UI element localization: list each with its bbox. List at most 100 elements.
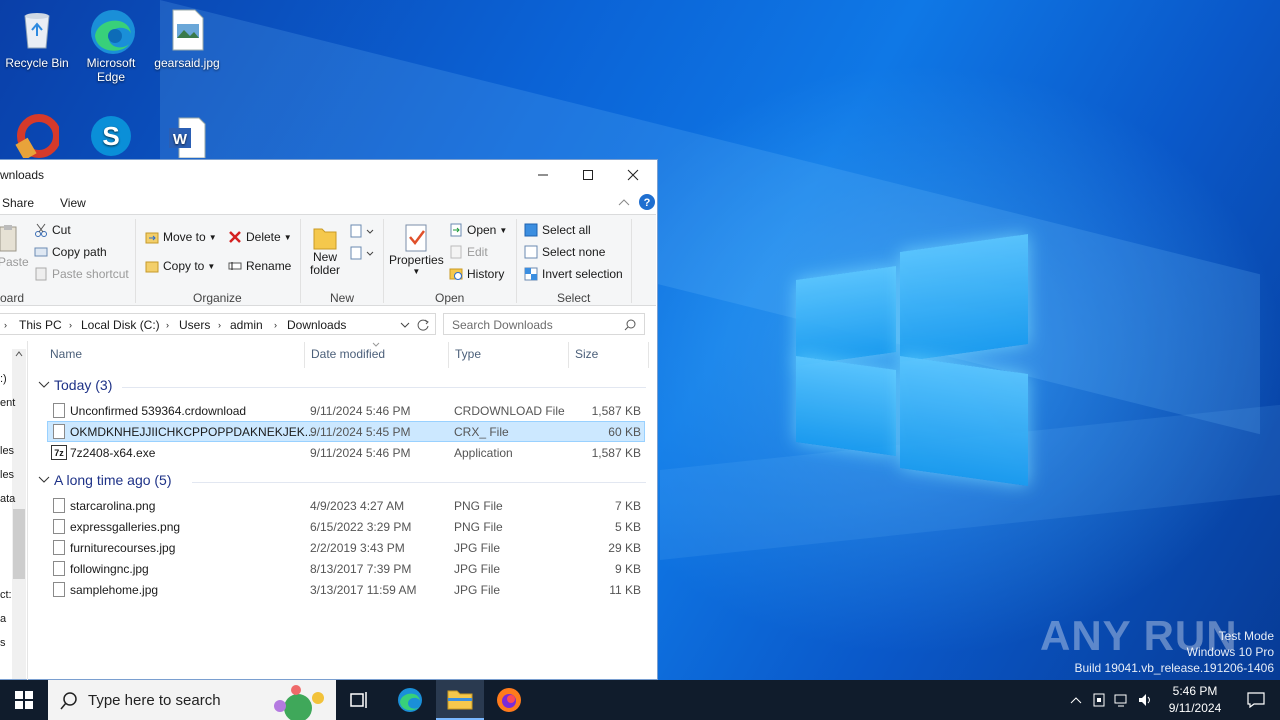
open-button[interactable]: Open ▼ xyxy=(449,223,507,237)
scrollbar-thumb[interactable] xyxy=(13,509,25,579)
copy-to-button[interactable]: Copy to ▼ xyxy=(145,259,215,273)
invert-selection-label: Invert selection xyxy=(542,267,623,281)
nav-item-fragment[interactable]: ct: xyxy=(0,589,12,601)
task-view-button[interactable] xyxy=(336,680,384,720)
column-header-date[interactable]: Date modified xyxy=(311,347,385,361)
scroll-up-icon[interactable] xyxy=(15,351,23,357)
taskbar-firefox-button[interactable] xyxy=(485,680,533,720)
notifications-button[interactable] xyxy=(1232,680,1280,720)
rename-button[interactable]: Rename xyxy=(228,259,291,273)
column-divider[interactable] xyxy=(448,342,449,368)
file-row-selected[interactable]: OKMDKNHEJJIICHKCPPOPPDAKNEKJEK... 9/11/2… xyxy=(47,421,645,442)
file-row[interactable]: followingnc.jpg 8/13/2017 7:39 PM JPG Fi… xyxy=(47,558,645,579)
close-button[interactable] xyxy=(610,160,656,190)
column-header-name[interactable]: Name xyxy=(50,347,82,361)
file-row[interactable]: starcarolina.png 4/9/2023 4:27 AM PNG Fi… xyxy=(47,495,645,516)
search-box[interactable]: Search Downloads xyxy=(443,313,645,335)
edit-button[interactable]: Edit xyxy=(449,245,488,259)
move-to-icon xyxy=(145,232,159,244)
minimize-button[interactable] xyxy=(520,160,566,190)
title-bar[interactable]: wnloads xyxy=(0,160,657,190)
desktop-icon-ccleaner[interactable] xyxy=(0,114,74,162)
tab-view[interactable]: View xyxy=(60,196,86,210)
file-name: starcarolina.png xyxy=(70,499,156,513)
nav-item-fragment[interactable]: les xyxy=(0,445,14,457)
nav-item-fragment[interactable]: les xyxy=(0,469,14,481)
select-none-button[interactable]: Select none xyxy=(524,245,605,259)
properties-button[interactable]: Properties ▼ xyxy=(389,223,444,276)
search-icon[interactable] xyxy=(624,319,636,331)
search-input[interactable]: Search Downloads xyxy=(452,318,553,332)
new-folder-button[interactable]: New folder xyxy=(310,223,340,277)
chevron-up-icon[interactable] xyxy=(1070,696,1082,704)
nav-item-fragment[interactable]: :) xyxy=(0,373,7,385)
group-header-today[interactable]: Today (3) xyxy=(38,377,112,393)
column-header-size[interactable]: Size xyxy=(575,347,598,361)
security-icon[interactable] xyxy=(1092,693,1106,707)
desktop-icon-word-document[interactable]: W xyxy=(150,114,224,162)
history-button[interactable]: History xyxy=(449,267,504,281)
delete-label: Delete xyxy=(246,230,281,244)
volume-icon[interactable] xyxy=(1138,693,1154,707)
desktop-icon-label: Microsoft Edge xyxy=(86,56,136,84)
image-file-icon xyxy=(53,582,65,597)
breadcrumb-downloads[interactable]: Downloads xyxy=(287,318,346,332)
cut-button[interactable]: Cut xyxy=(34,223,71,237)
start-button[interactable] xyxy=(0,680,48,720)
select-all-button[interactable]: Select all xyxy=(524,223,591,237)
file-row[interactable]: 7z 7z2408-x64.exe 9/11/2024 5:46 PM Appl… xyxy=(47,442,645,463)
taskbar-search-box[interactable]: Type here to search xyxy=(48,680,336,720)
move-to-button[interactable]: Move to ▼ xyxy=(145,230,217,244)
column-header-type[interactable]: Type xyxy=(455,347,481,361)
nav-item-fragment[interactable]: s xyxy=(0,637,6,649)
file-row[interactable]: furniturecourses.jpg 2/2/2019 3:43 PM JP… xyxy=(47,537,645,558)
nav-item-fragment[interactable]: a xyxy=(0,613,6,625)
address-history-chevron-icon[interactable] xyxy=(400,321,410,329)
help-icon[interactable]: ? xyxy=(638,193,656,211)
column-divider[interactable] xyxy=(568,342,569,368)
nav-item-fragment[interactable]: ata xyxy=(0,493,15,505)
edit-label: Edit xyxy=(467,245,488,259)
refresh-icon[interactable] xyxy=(416,318,430,332)
paste-shortcut-button[interactable]: Paste shortcut xyxy=(34,267,129,281)
invert-selection-button[interactable]: Invert selection xyxy=(524,267,623,281)
collapse-ribbon-icon[interactable] xyxy=(618,198,630,206)
breadcrumb-users[interactable]: Users xyxy=(179,318,210,332)
network-icon[interactable] xyxy=(1114,693,1130,707)
desktop-icon-recycle-bin[interactable]: Recycle Bin xyxy=(0,8,74,70)
breadcrumb-local-disk[interactable]: Local Disk (C:) xyxy=(81,318,160,332)
desktop-icon-edge[interactable]: Microsoft Edge xyxy=(74,8,148,84)
taskbar-search-input[interactable]: Type here to search xyxy=(88,692,221,709)
taskbar-file-explorer-button[interactable] xyxy=(436,680,484,720)
desktop-icon-label: Recycle Bin xyxy=(5,56,69,70)
skype-icon: S xyxy=(89,114,133,158)
clock[interactable]: 5:46 PM 9/11/2024 xyxy=(1160,683,1230,717)
paste-button[interactable]: Paste xyxy=(0,225,29,269)
easy-access-icon[interactable] xyxy=(350,245,374,261)
taskbar: Type here to search 5:46 PM 9/11/2024 xyxy=(0,680,1280,720)
file-date: 9/11/2024 5:46 PM xyxy=(310,446,411,460)
tab-share[interactable]: Share xyxy=(2,196,34,210)
new-item-icon[interactable] xyxy=(350,223,374,239)
maximize-button[interactable] xyxy=(565,160,611,190)
address-bar[interactable]: › This PC › Local Disk (C:) › Users › ad… xyxy=(0,313,436,335)
desktop-icon-skype[interactable]: S xyxy=(74,114,148,162)
nav-item-fragment[interactable]: ent xyxy=(0,397,15,409)
column-divider[interactable] xyxy=(304,342,305,368)
delete-button[interactable]: Delete ▼ xyxy=(228,230,292,244)
file-row[interactable]: Unconfirmed 539364.crdownload 9/11/2024 … xyxy=(47,400,645,421)
file-row[interactable]: samplehome.jpg 3/13/2017 11:59 AM JPG Fi… xyxy=(47,579,645,600)
breadcrumb-admin[interactable]: admin xyxy=(230,318,263,332)
scissors-icon xyxy=(35,223,47,237)
group-header-long-ago[interactable]: A long time ago (5) xyxy=(38,472,172,488)
invert-selection-icon xyxy=(524,267,538,281)
column-divider[interactable] xyxy=(648,342,649,368)
breadcrumb-separator-icon: › xyxy=(166,320,169,330)
ccleaner-icon xyxy=(15,114,61,161)
taskbar-edge-button[interactable] xyxy=(386,680,434,720)
breadcrumb-this-pc[interactable]: This PC xyxy=(19,318,62,332)
rename-icon xyxy=(228,262,242,270)
file-row[interactable]: expressgalleries.png 6/15/2022 3:29 PM P… xyxy=(47,516,645,537)
copy-path-button[interactable]: Copy path xyxy=(34,245,107,259)
desktop-icon-gearsaid[interactable]: gearsaid.jpg xyxy=(150,8,224,70)
